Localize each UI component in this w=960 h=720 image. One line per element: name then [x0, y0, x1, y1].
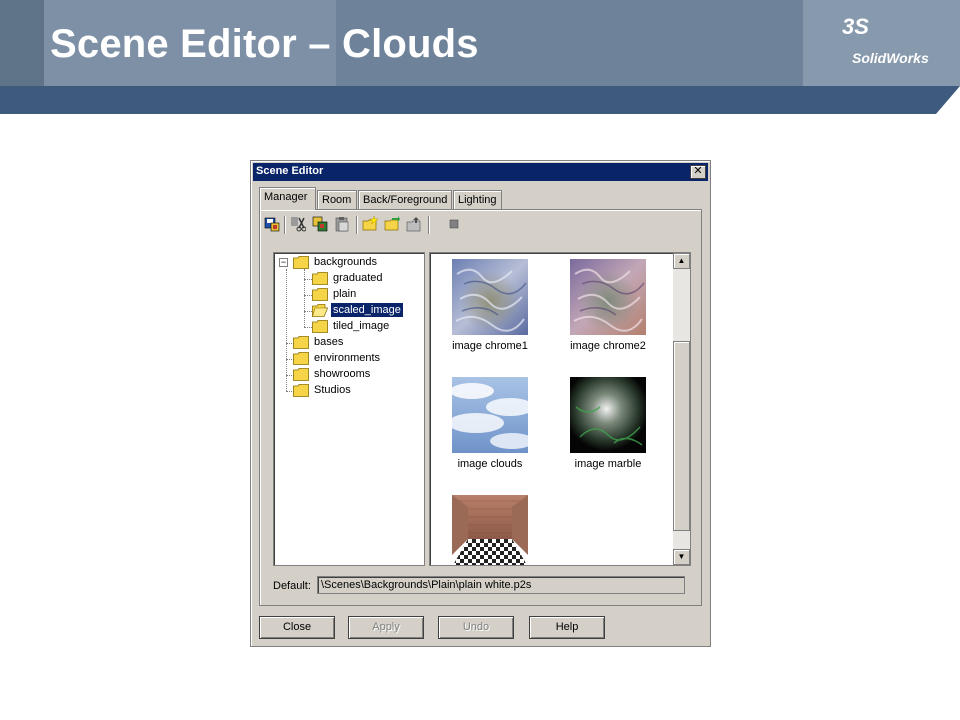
tree-connector [304, 269, 305, 327]
tab-room[interactable]: Room [317, 190, 357, 209]
toolbar-separator [284, 216, 286, 234]
tree-connector [304, 295, 312, 296]
tree-connector [286, 269, 287, 391]
image-clouds-thumbnail[interactable] [452, 377, 528, 453]
tab-lighting[interactable]: Lighting [453, 190, 502, 209]
tree-node-environments[interactable]: environments [312, 351, 382, 365]
slide-title: Scene Editor – Clouds [50, 22, 479, 66]
image-label: image marble [574, 458, 642, 470]
close-button[interactable]: Close [259, 616, 335, 639]
tree-node-bases[interactable]: bases [312, 335, 345, 349]
folder-icon [293, 336, 309, 349]
undo-button[interactable]: Undo [438, 616, 514, 639]
tree-node-graduated[interactable]: graduated [331, 271, 385, 285]
image-chrome1-thumbnail[interactable] [452, 259, 528, 335]
solidworks-logo: 3S SolidWorks [842, 14, 932, 70]
stop-icon[interactable] [446, 216, 462, 232]
save-scene-icon[interactable] [264, 216, 280, 232]
image-list-scrollbar[interactable]: ▲ ▼ [673, 253, 690, 565]
tree-expander-backgrounds[interactable]: − [279, 258, 288, 267]
help-button[interactable]: Help [529, 616, 605, 639]
scene-image-list[interactable]: image chrome1 image chrome2 image clouds [429, 252, 691, 566]
scrollbar-thumb[interactable] [673, 341, 690, 531]
folder-icon [312, 288, 328, 301]
slide: Scene Editor – Clouds 3S SolidWorks Scen… [0, 0, 960, 720]
toolbar-separator [356, 216, 358, 234]
tree-connector [304, 279, 312, 280]
close-icon[interactable]: ✕ [690, 165, 706, 179]
image-label: image chrome1 [452, 340, 528, 352]
folder-icon [293, 256, 309, 269]
logo-mark: 3S [842, 14, 869, 39]
open-folder-icon[interactable] [384, 216, 400, 232]
scene-folder-tree[interactable]: − backgrounds graduated plain scaled_ima… [273, 252, 425, 566]
folder-icon [312, 320, 328, 333]
image-chrome2-thumbnail[interactable] [570, 259, 646, 335]
tree-node-backgrounds[interactable]: backgrounds [312, 255, 379, 269]
new-folder-icon[interactable] [362, 216, 378, 232]
toolbar-separator [428, 216, 430, 234]
open-folder-icon [312, 304, 328, 317]
paste-icon[interactable] [334, 216, 350, 232]
tab-manager[interactable]: Manager [259, 187, 316, 210]
apply-button[interactable]: Apply [348, 616, 424, 639]
tree-node-tiled-image[interactable]: tiled_image [331, 319, 391, 333]
default-label: Default: [273, 580, 311, 592]
image-marble-thumbnail[interactable] [570, 377, 646, 453]
dialog-titlebar[interactable]: Scene Editor ✕ [253, 163, 708, 181]
image-room-thumbnail[interactable] [452, 495, 528, 566]
image-label: image clouds [457, 458, 523, 470]
tree-node-plain[interactable]: plain [331, 287, 358, 301]
header-dark-band [0, 86, 960, 114]
dialog-title: Scene Editor [256, 165, 324, 177]
scroll-down-icon[interactable]: ▼ [673, 549, 690, 565]
scroll-up-icon[interactable]: ▲ [673, 253, 690, 269]
folder-icon [293, 384, 309, 397]
toolbar [262, 213, 698, 237]
tab-back-foreground[interactable]: Back/Foreground [358, 190, 452, 209]
header-left-shade [0, 0, 44, 86]
logo-text: SolidWorks [852, 50, 929, 66]
tree-node-showrooms[interactable]: showrooms [312, 367, 372, 381]
folder-up-icon[interactable] [406, 216, 422, 232]
copy-icon[interactable] [312, 216, 328, 232]
tree-connector [304, 311, 312, 312]
cut-icon[interactable] [290, 216, 306, 232]
default-scene-field[interactable]: \Scenes\Backgrounds\Plain\plain white.p2… [317, 576, 685, 594]
image-label: image chrome2 [570, 340, 646, 352]
folder-icon [312, 272, 328, 285]
folder-icon [293, 352, 309, 365]
tree-connector [304, 327, 312, 328]
tree-node-studios[interactable]: Studios [312, 383, 353, 397]
tree-node-scaled-image[interactable]: scaled_image [331, 303, 403, 317]
folder-icon [293, 368, 309, 381]
